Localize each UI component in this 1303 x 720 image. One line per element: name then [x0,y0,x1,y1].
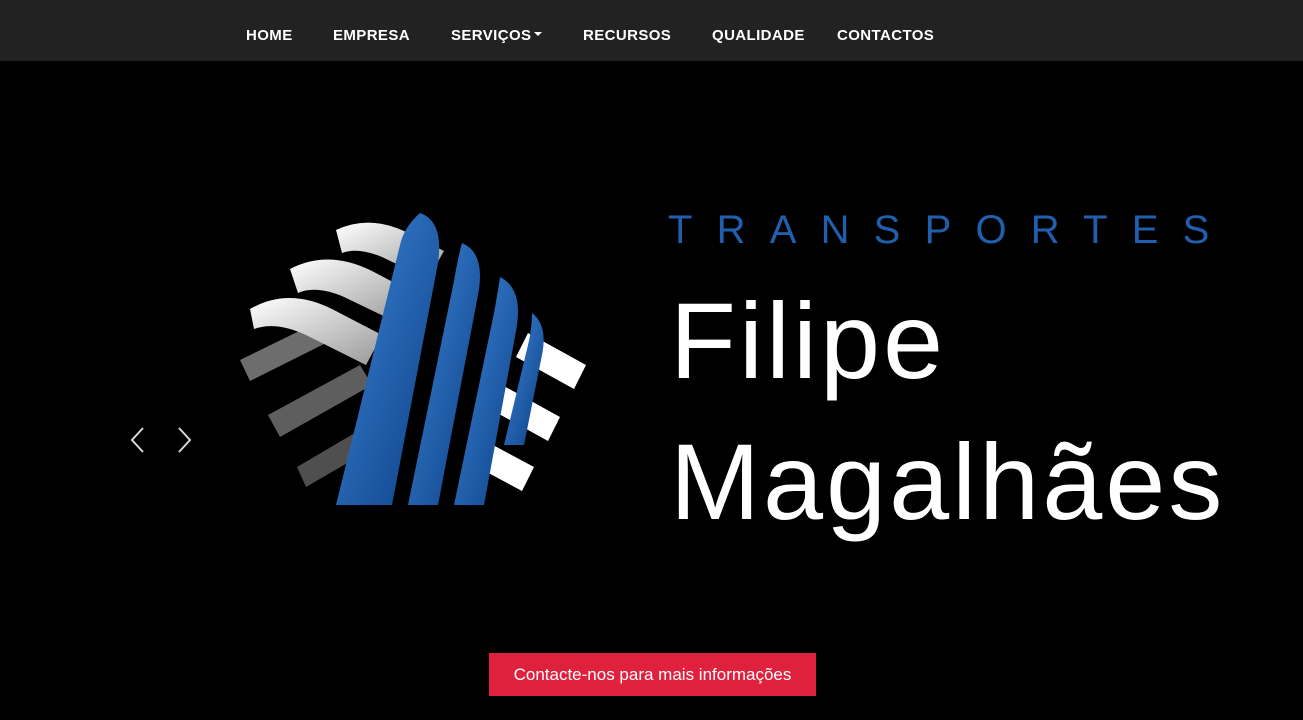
chevron-left-icon [130,427,144,453]
nav-item-contactos[interactable]: CONTACTOS [837,0,934,61]
nav-item-recursos[interactable]: RECURSOS [583,0,671,61]
brand-name-first: Filipe [670,280,947,401]
nav-item-servicos[interactable]: SERVIÇOS [451,0,543,61]
nav-item-servicos-label: SERVIÇOS [451,27,532,44]
chevron-right-icon [178,427,192,453]
nav-item-home[interactable]: HOME [246,0,293,61]
striped-cube-logo [232,205,592,515]
top-navbar: HOME EMPRESA SERVIÇOS RECURSOS QUALIDADE… [0,0,1303,61]
carousel-next-button[interactable] [173,425,197,455]
carousel-prev-button[interactable] [128,425,152,455]
contact-cta-button[interactable]: Contacte-nos para mais informações [489,653,816,696]
caret-down-icon [534,32,543,37]
hero-carousel [0,61,1303,720]
brand-tagline: TRANSPORTES [668,208,1234,252]
brand-name-last: Magalhães [670,421,1226,542]
nav-item-qualidade[interactable]: QUALIDADE [712,0,805,61]
nav-item-empresa[interactable]: EMPRESA [333,0,410,61]
